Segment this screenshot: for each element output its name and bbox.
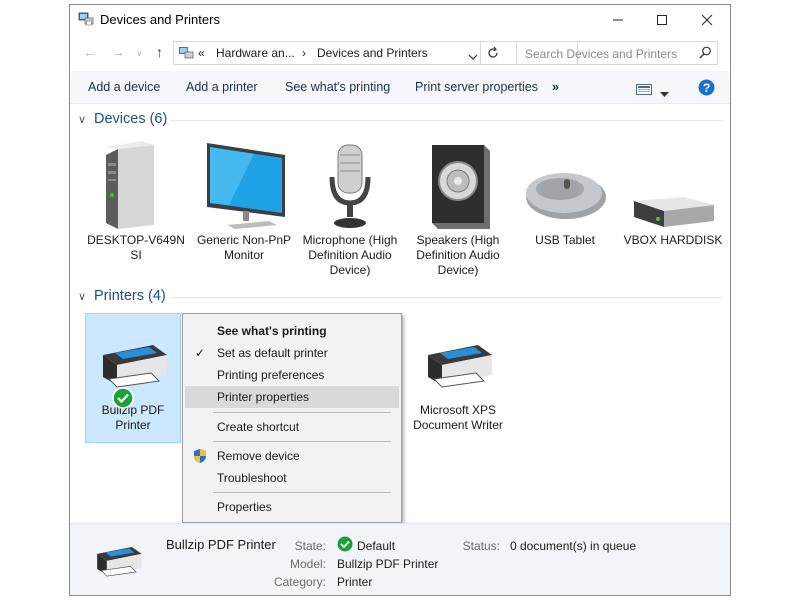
menu-item-remove-device[interactable]: Remove device	[183, 445, 401, 467]
menu-item-troubleshoot[interactable]: Troubleshoot	[183, 467, 401, 489]
details-device-name: Bullzip PDF Printer	[166, 537, 276, 552]
device-label: Microphone (High Definition Audio Device…	[302, 233, 398, 277]
printer-icon	[88, 540, 148, 595]
printer-bullzip[interactable]: Bullzip PDF Printer	[83, 335, 183, 433]
close-button[interactable]	[684, 5, 730, 35]
svg-text:?: ?	[703, 81, 710, 95]
mouse-icon	[526, 173, 606, 219]
add-printer-button[interactable]: Add a printer	[186, 80, 258, 94]
details-state-value: Default	[357, 539, 396, 553]
search-input[interactable]: Search Devices and Printers	[516, 41, 718, 65]
menu-separator	[213, 492, 391, 493]
refresh-icon[interactable]	[486, 46, 500, 65]
printers-group-header[interactable]: ∨ Printers (4)	[78, 288, 166, 304]
group-divider	[170, 120, 723, 121]
breadcrumb-devices-printers[interactable]: Devices and Printers	[317, 46, 428, 60]
menu-item-printing-preferences[interactable]: Printing preferences	[183, 364, 401, 386]
control-panel-icon	[178, 46, 194, 65]
checkmark-icon: ✓	[195, 346, 206, 360]
maximize-button[interactable]	[639, 5, 685, 35]
details-state-label: State:	[294, 539, 326, 553]
search-icon[interactable]	[699, 46, 712, 62]
printer-icon	[428, 345, 492, 388]
group-divider	[170, 297, 723, 298]
up-button[interactable]: ↑	[156, 44, 163, 60]
details-pane: Bullzip PDF Printer State: Default Model…	[70, 523, 730, 595]
menu-item-properties[interactable]: Properties	[183, 496, 401, 518]
computer-tower-icon	[106, 141, 154, 229]
see-whats-printing-button[interactable]: See what's printing	[285, 80, 390, 94]
device-label: DESKTOP-V649N SI	[87, 233, 185, 262]
speaker-icon	[432, 145, 490, 229]
details-category-label: Category:	[273, 575, 326, 589]
details-status-value: 0 document(s) in queue	[510, 539, 637, 553]
device-desktop[interactable]: DESKTOP-V649N SI	[86, 141, 186, 263]
details-category-value: Printer	[337, 575, 373, 589]
title-bar: Devices and Printers	[70, 5, 730, 35]
details-status-label: Status:	[462, 539, 500, 553]
harddisk-icon	[634, 197, 714, 227]
device-usb-tablet[interactable]: USB Tablet	[515, 141, 615, 248]
command-bar: Add a device Add a printer See what's pr…	[70, 71, 730, 104]
devices-printers-icon	[78, 12, 94, 31]
menu-item-see-whats-printing[interactable]: See what's printing	[183, 320, 401, 342]
details-model-value: Bullzip PDF Printer	[337, 557, 439, 571]
change-view-icon[interactable]	[636, 82, 652, 100]
breadcrumb-overflow[interactable]: «	[198, 46, 205, 60]
menu-item-set-default[interactable]: ✓ Set as default printer	[183, 342, 401, 364]
print-server-properties-button[interactable]: Print server properties	[415, 80, 538, 94]
monitor-icon	[207, 143, 285, 229]
menu-separator	[213, 412, 391, 413]
devices-group-header[interactable]: ∨ Devices (6)	[78, 111, 167, 127]
device-label: VBOX HARDDISK	[623, 233, 723, 247]
menu-item-printer-properties[interactable]: Printer properties	[185, 386, 399, 408]
forward-button[interactable]: →	[111, 44, 125, 60]
recent-locations-chevron-icon[interactable]: ∨	[136, 48, 143, 59]
collapse-chevron-icon[interactable]: ∨	[78, 113, 90, 126]
address-row: ← → ∨ ↑ « Hardware an... › Devices and P…	[70, 36, 730, 70]
menu-separator	[213, 441, 391, 442]
breadcrumb-separator[interactable]: ›	[302, 46, 306, 60]
default-check-icon	[337, 536, 353, 557]
view-dropdown-icon[interactable]	[660, 85, 669, 103]
device-monitor[interactable]: Generic Non-PnP Monitor	[194, 141, 294, 263]
device-vbox-harddisk[interactable]: VBOX HARDDISK	[623, 141, 723, 248]
device-label: USB Tablet	[535, 233, 595, 247]
collapse-chevron-icon[interactable]: ∨	[78, 290, 90, 303]
device-speakers[interactable]: Speakers (High Definition Audio Device)	[408, 141, 508, 278]
device-label: Microsoft XPS Document Writer	[413, 403, 503, 432]
more-commands-button[interactable]: »	[552, 80, 559, 94]
device-label: Generic Non-PnP Monitor	[196, 233, 292, 262]
device-microphone[interactable]: Microphone (High Definition Audio Device…	[300, 141, 400, 278]
add-device-button[interactable]: Add a device	[88, 80, 160, 94]
minimize-button[interactable]	[595, 5, 641, 35]
breadcrumb-hardware[interactable]: Hardware an...	[216, 46, 295, 60]
printer-microsoft-xps[interactable]: Microsoft XPS Document Writer	[408, 335, 508, 433]
menu-item-create-shortcut[interactable]: Create shortcut	[183, 416, 401, 438]
devices-and-printers-window: Devices and Printers ← → ∨ ↑ « Hardware	[69, 4, 731, 596]
details-model-label: Model:	[289, 557, 326, 571]
device-label: Speakers (High Definition Audio Device)	[416, 233, 500, 277]
address-dropdown-icon[interactable]	[468, 48, 478, 66]
help-icon[interactable]: ?	[698, 79, 715, 101]
window-title: Devices and Printers	[100, 12, 220, 27]
default-printer-check-icon	[112, 387, 134, 414]
context-menu: See what's printing ✓ Set as default pri…	[182, 313, 402, 523]
microphone-icon	[329, 144, 371, 228]
search-placeholder: Search Devices and Printers	[525, 47, 678, 61]
back-button[interactable]: ←	[83, 44, 97, 60]
